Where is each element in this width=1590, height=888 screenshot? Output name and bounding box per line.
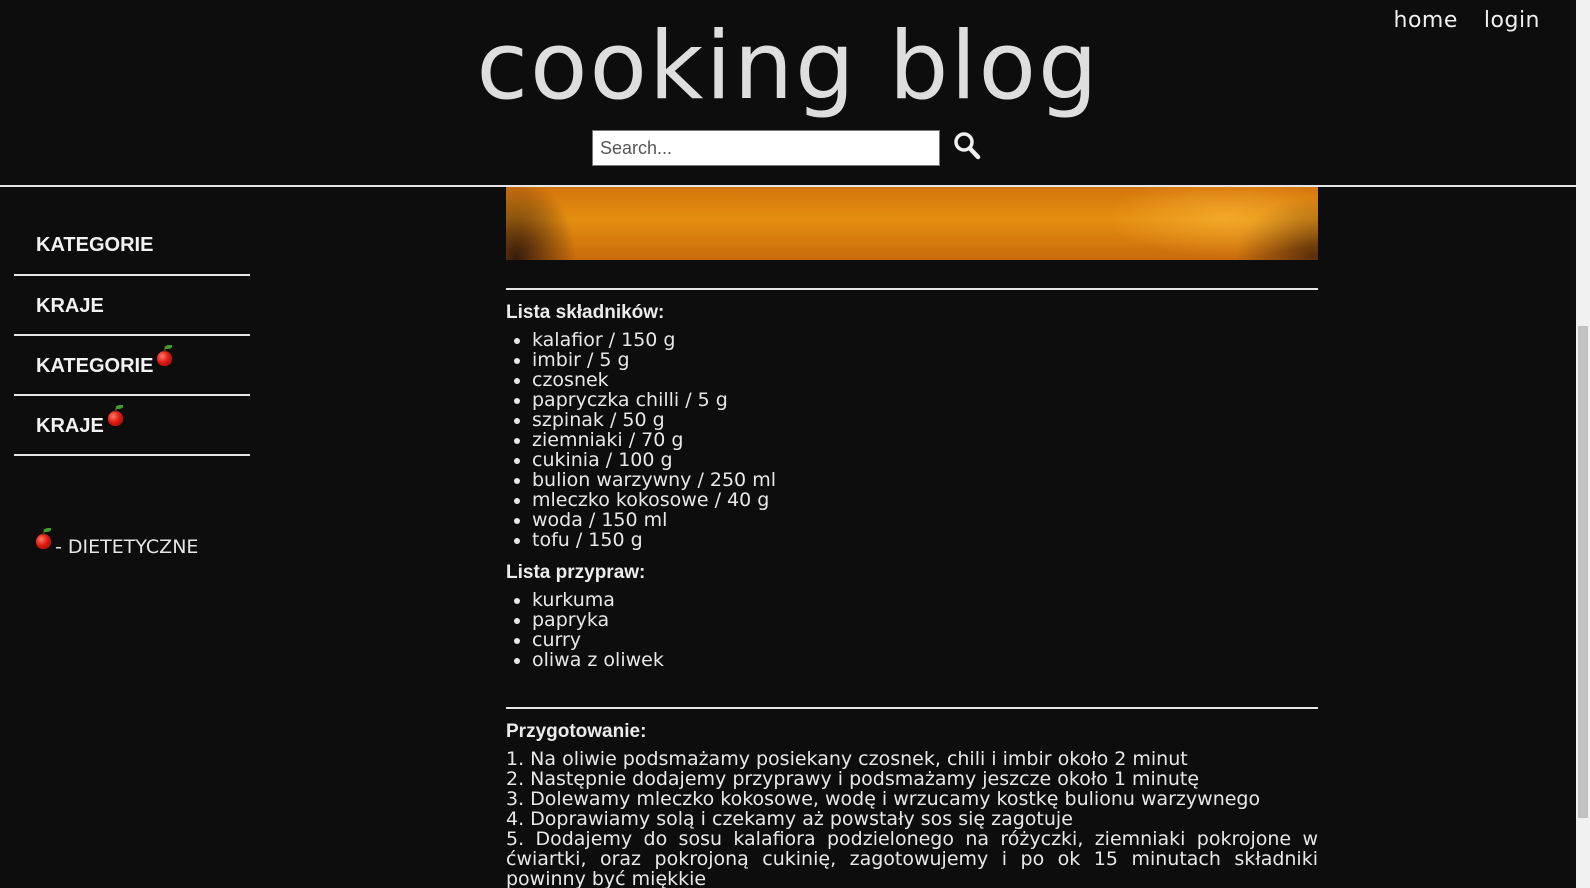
page: cooking blog home login KATEGORIE KRAJE … xyxy=(0,0,1590,888)
sidebar-item-kraje[interactable]: KRAJE xyxy=(14,276,250,336)
ingredient-item: papryczka chilli / 5 g xyxy=(532,390,1318,410)
section-divider xyxy=(506,707,1318,709)
preparation-title: Przygotowanie: xyxy=(506,721,647,742)
preparation-step: 5. Dodajemy do sosu kalafiora podzielone… xyxy=(506,828,1318,888)
sidebar-item-label: KRAJE xyxy=(36,415,104,437)
ingredient-item: czosnek xyxy=(532,370,1318,390)
spice-item: curry xyxy=(532,630,1318,650)
ingredient-item: imbir / 5 g xyxy=(532,350,1318,370)
ingredients-title: Lista składników: xyxy=(506,302,665,323)
ingredient-item: kalafior / 150 g xyxy=(532,330,1318,350)
preparation-step: 4. Doprawiamy solą i czekamy aż powstały… xyxy=(506,808,1073,830)
spice-item: oliwa z oliwek xyxy=(532,650,1318,670)
dietary-legend-label: - DIETETYCZNE xyxy=(55,536,199,558)
sidebar-item-label: KATEGORIE xyxy=(36,234,154,256)
ingredient-item: tofu / 150 g xyxy=(532,530,1318,550)
page-scrollbar[interactable] xyxy=(1576,0,1590,888)
nav-login-link[interactable]: login xyxy=(1484,8,1540,33)
site-header: cooking blog home login xyxy=(0,0,1576,187)
ingredient-item: cukinia / 100 g xyxy=(532,450,1318,470)
scrollbar-thumb[interactable] xyxy=(1578,326,1588,818)
apple-icon xyxy=(36,528,51,549)
preparation-step: 2. Następnie dodajemy przyprawy i podsma… xyxy=(506,768,1200,790)
sidebar-item-label: KATEGORIE xyxy=(36,355,154,377)
preparation-step: 3. Dolewamy mleczko kokosowe, wodę i wrz… xyxy=(506,788,1261,810)
spices-list: kurkumapaprykacurryoliwa z oliwek xyxy=(506,590,1318,670)
dietary-legend: - DIETETYCZNE xyxy=(36,528,199,558)
recipe-photo xyxy=(506,187,1318,260)
sidebar: KATEGORIE KRAJE KATEGORIE KRAJE xyxy=(14,218,250,456)
search-button[interactable] xyxy=(952,131,982,163)
preparation-step: 1. Na oliwie podsmażamy posiekany czosne… xyxy=(506,748,1188,770)
ingredient-item: ziemniaki / 70 g xyxy=(532,430,1318,450)
sidebar-item-kategorie-dietetyczne[interactable]: KATEGORIE xyxy=(14,336,250,396)
sidebar-item-kategorie[interactable]: KATEGORIE xyxy=(14,218,250,276)
sidebar-item-kraje-dietetyczne[interactable]: KRAJE xyxy=(14,396,250,456)
search-input[interactable] xyxy=(592,130,940,166)
ingredient-item: woda / 150 ml xyxy=(532,510,1318,530)
ingredient-item: szpinak / 50 g xyxy=(532,410,1318,430)
site-title: cooking blog xyxy=(476,12,1100,121)
top-nav: home login xyxy=(1394,8,1540,33)
search-icon xyxy=(954,132,981,160)
spice-item: papryka xyxy=(532,610,1318,630)
spices-title: Lista przypraw: xyxy=(506,562,646,583)
section-divider xyxy=(506,288,1318,290)
ingredient-item: bulion warzywny / 250 ml xyxy=(532,470,1318,490)
preparation-steps: 1. Na oliwie podsmażamy posiekany czosne… xyxy=(506,749,1318,888)
apple-icon xyxy=(157,345,173,366)
spice-item: kurkuma xyxy=(532,590,1318,610)
nav-home-link[interactable]: home xyxy=(1394,8,1458,33)
sidebar-item-label: KRAJE xyxy=(36,295,104,317)
ingredients-list: kalafior / 150 gimbir / 5 gczosnekpapryc… xyxy=(506,330,1318,550)
recipe-content: Lista składników: kalafior / 150 gimbir … xyxy=(506,187,1318,888)
apple-icon xyxy=(107,405,123,426)
ingredient-item: mleczko kokosowe / 40 g xyxy=(532,490,1318,510)
